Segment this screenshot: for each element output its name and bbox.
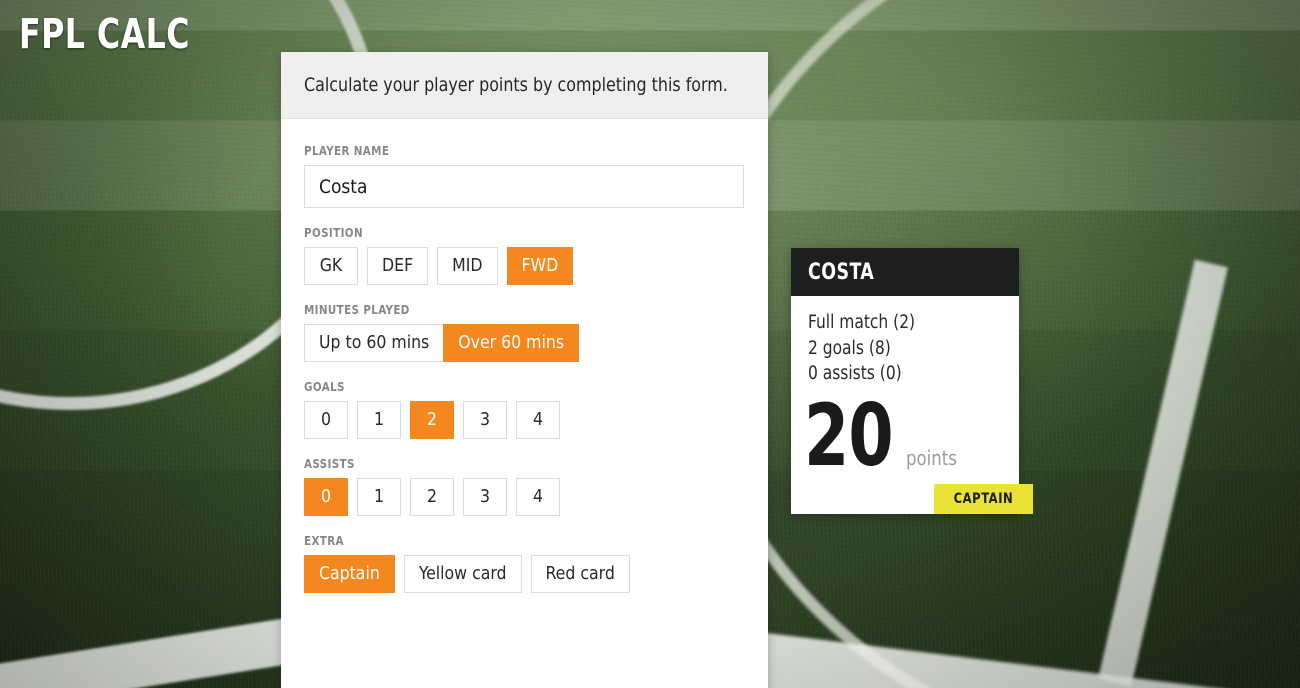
goals-button-group: 0 1 2 3 4 bbox=[304, 401, 745, 439]
minutes-button-group: Up to 60 mins Over 60 mins bbox=[304, 324, 745, 362]
breakdown-line-goals: 2 goals (8) bbox=[808, 337, 891, 359]
total-points-unit: points bbox=[905, 446, 957, 471]
label-assists: ASSISTS bbox=[304, 456, 355, 471]
label-minutes-played: MINUTES PLAYED bbox=[304, 302, 410, 317]
field-position: POSITION GK DEF MID FWD bbox=[304, 225, 745, 285]
form-body: PLAYER NAME POSITION GK DEF MID FWD MINU… bbox=[281, 119, 768, 650]
position-button-group: GK DEF MID FWD bbox=[304, 247, 745, 285]
result-player-name: COSTA bbox=[808, 260, 875, 285]
app-title: FPL CALC bbox=[19, 10, 190, 58]
label-extra: EXTRA bbox=[304, 533, 344, 548]
extra-option-captain[interactable]: Captain bbox=[304, 555, 395, 593]
goals-option-0[interactable]: 0 bbox=[304, 401, 348, 439]
result-card: COSTA Full match (2) 2 goals (8) 0 assis… bbox=[791, 248, 1033, 514]
player-name-input[interactable] bbox=[304, 165, 744, 208]
result-card-header: COSTA bbox=[791, 248, 1019, 296]
position-option-fwd[interactable]: FWD bbox=[506, 247, 574, 285]
app-background: FPL CALC Calculate your player points by… bbox=[0, 0, 1300, 688]
calculator-form-panel: Calculate your player points by completi… bbox=[281, 52, 768, 688]
position-option-def[interactable]: DEF bbox=[367, 247, 429, 285]
assists-option-1[interactable]: 1 bbox=[357, 478, 401, 516]
minutes-option-over-60[interactable]: Over 60 mins bbox=[443, 324, 580, 362]
label-position: POSITION bbox=[304, 225, 363, 240]
label-goals: GOALS bbox=[304, 379, 345, 394]
total-points-value: 20 bbox=[804, 386, 894, 487]
goals-option-2[interactable]: 2 bbox=[410, 401, 454, 439]
field-minutes-played: MINUTES PLAYED Up to 60 mins Over 60 min… bbox=[304, 302, 745, 362]
position-option-mid[interactable]: MID bbox=[437, 247, 498, 285]
result-card-body: Full match (2) 2 goals (8) 0 assists (0)… bbox=[791, 296, 1033, 514]
form-header: Calculate your player points by completi… bbox=[281, 52, 768, 119]
field-player-name: PLAYER NAME bbox=[304, 143, 745, 208]
form-heading-text: Calculate your player points by completi… bbox=[304, 74, 728, 96]
assists-option-2[interactable]: 2 bbox=[410, 478, 454, 516]
goals-option-3[interactable]: 3 bbox=[463, 401, 507, 439]
captain-badge-label: CAPTAIN bbox=[953, 491, 1014, 507]
field-assists: ASSISTS 0 1 2 3 4 bbox=[304, 456, 745, 516]
assists-button-group: 0 1 2 3 4 bbox=[304, 478, 745, 516]
assists-option-4[interactable]: 4 bbox=[516, 478, 560, 516]
field-extra: EXTRA Captain Yellow card Red card bbox=[304, 533, 745, 593]
total-score-wrap: 20 points bbox=[804, 386, 961, 487]
extra-option-yellow-card[interactable]: Yellow card bbox=[403, 555, 522, 593]
position-option-gk[interactable]: GK bbox=[304, 247, 358, 285]
minutes-option-up-to-60[interactable]: Up to 60 mins bbox=[304, 324, 445, 362]
captain-badge: CAPTAIN bbox=[934, 484, 1033, 514]
assists-option-3[interactable]: 3 bbox=[463, 478, 507, 516]
breakdown-line-minutes: Full match (2) bbox=[808, 312, 916, 333]
goals-option-4[interactable]: 4 bbox=[516, 401, 560, 439]
assists-option-0[interactable]: 0 bbox=[304, 478, 348, 516]
field-goals: GOALS 0 1 2 3 4 bbox=[304, 379, 745, 439]
extra-option-red-card[interactable]: Red card bbox=[530, 555, 630, 593]
breakdown-line-assists: 0 assists (0) bbox=[808, 363, 902, 384]
extra-button-group: Captain Yellow card Red card bbox=[304, 555, 745, 593]
points-breakdown: Full match (2) 2 goals (8) 0 assists (0) bbox=[808, 310, 1003, 387]
goals-option-1[interactable]: 1 bbox=[357, 401, 401, 439]
label-player-name: PLAYER NAME bbox=[304, 143, 390, 158]
